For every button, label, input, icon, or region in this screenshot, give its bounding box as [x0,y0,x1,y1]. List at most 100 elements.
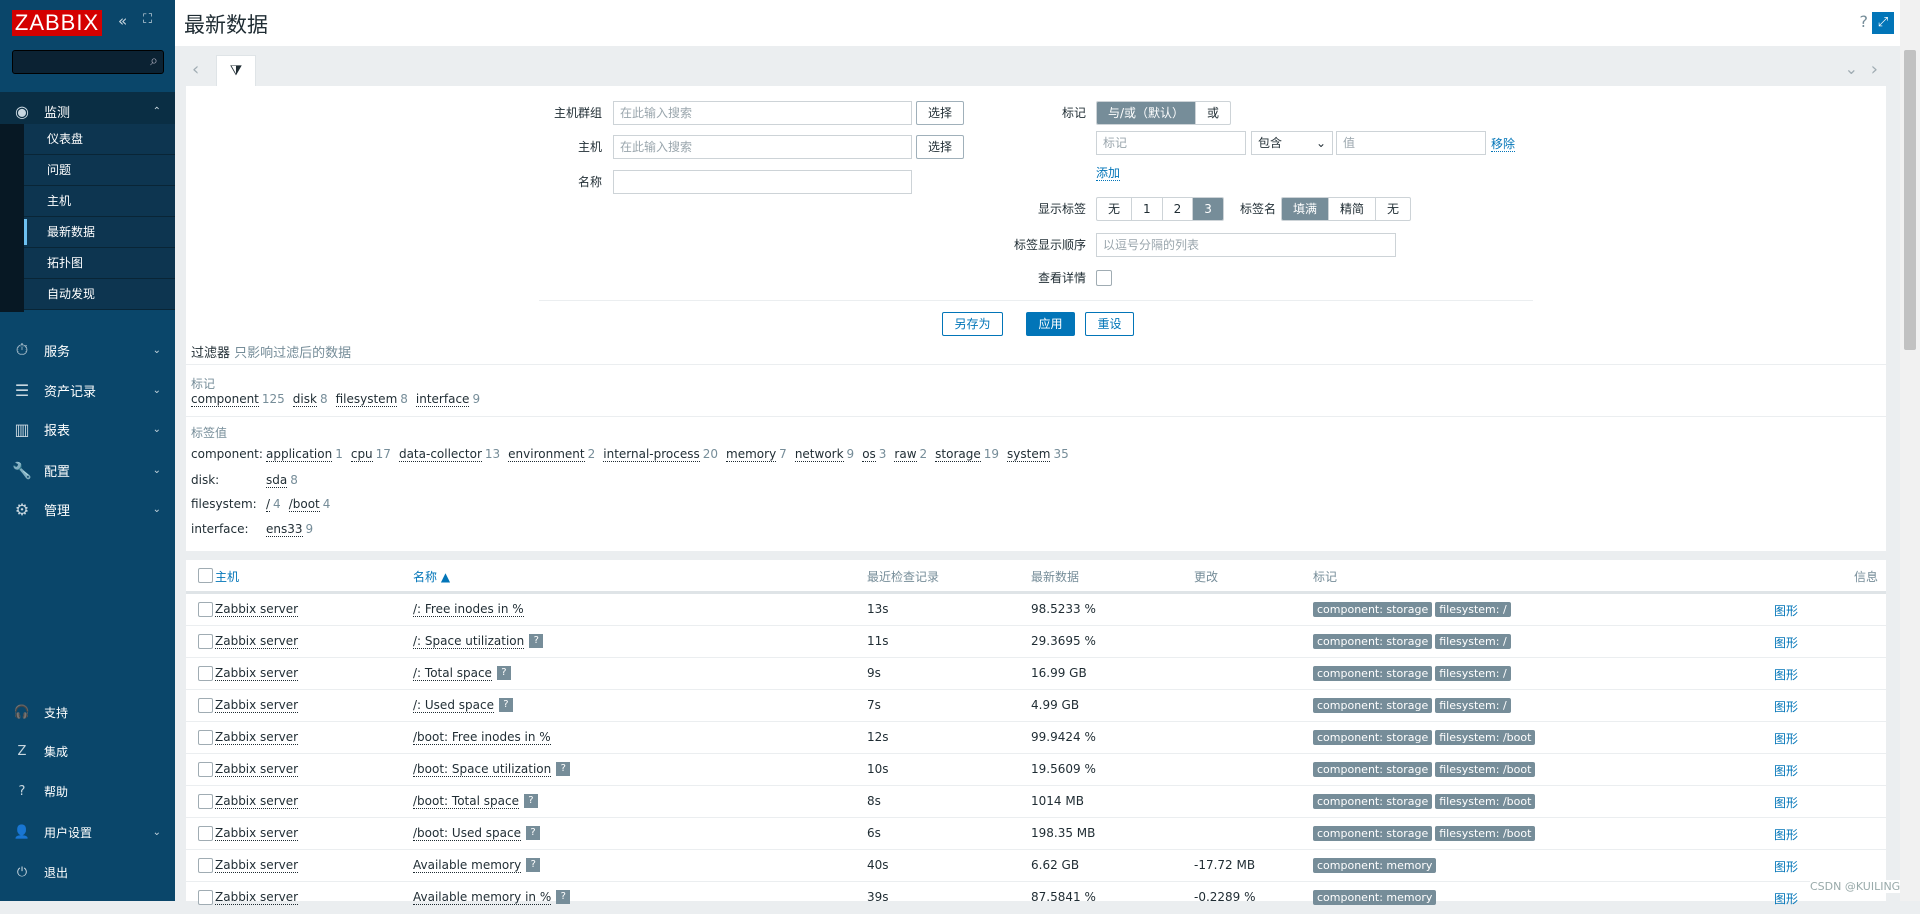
tag-badge[interactable]: component: storage [1313,634,1433,649]
column-header-0[interactable]: 主机 [215,568,239,585]
tag-priority-input[interactable]: 以逗号分隔的列表 [1096,233,1396,257]
tag-badge[interactable]: component: storage [1313,762,1433,777]
show-tags-option[interactable]: 1 [1132,198,1163,220]
zabbix-logo[interactable]: ZABBIX [12,10,102,36]
help-icon[interactable]: ? [525,826,540,840]
sidebar-bottom-2[interactable]: ? 帮助 [0,772,175,810]
tag-value-input[interactable]: 值 [1336,131,1486,155]
tag-badge[interactable]: component: storage [1313,666,1433,681]
subfilter-tag[interactable]: disk [292,392,317,407]
host-link[interactable]: Zabbix server [215,858,299,873]
host-link[interactable]: Zabbix server [215,826,299,841]
tag-badge[interactable]: filesystem: / [1435,666,1511,681]
host-link[interactable]: Zabbix server [215,698,299,713]
sidebar-menu-1[interactable]: ⏱ 服务 ⌄ [0,331,175,369]
row-checkbox[interactable] [198,634,213,649]
tag-name-option[interactable]: 填满 [1282,198,1330,220]
row-checkbox[interactable] [198,602,213,617]
name-input[interactable] [613,170,912,194]
details-checkbox[interactable] [1096,270,1112,286]
tag-name-option[interactable]: 无 [1376,198,1410,220]
column-header-1[interactable]: 名称 ▲ [413,568,450,585]
graph-link[interactable]: 图形 [1774,730,1798,747]
subfilter-tag[interactable]: component [191,392,259,407]
hosts-select-button[interactable]: 选择 [916,135,964,159]
host-link[interactable]: Zabbix server [215,730,299,745]
scrollbar-thumb[interactable] [1904,50,1916,350]
sidebar-menu-3[interactable]: ▥ 报表 ⌄ [0,410,175,448]
tag-badge[interactable]: filesystem: / [1435,698,1511,713]
tag-badge[interactable]: filesystem: /boot [1435,794,1536,809]
chevron-right-icon[interactable]: › [1871,59,1878,80]
tag-badge[interactable]: filesystem: / [1435,602,1511,617]
host-link[interactable]: Zabbix server [215,634,299,649]
row-checkbox[interactable] [198,826,213,841]
add-tag-link[interactable]: 添加 [1096,166,1121,181]
tag-badge[interactable]: component: storage [1313,698,1433,713]
tag-mode-or[interactable]: 或 [1196,102,1230,124]
sidebar-menu-4[interactable]: 🔧 配置 ⌄ [0,451,175,489]
subfilter-tag[interactable]: interface [415,392,470,407]
sidebar-item-3[interactable]: 最新数据 [24,217,175,248]
subfilter-value[interactable]: storage [935,447,981,462]
tag-badge[interactable]: component: storage [1313,826,1433,841]
row-checkbox[interactable] [198,762,213,777]
tag-badge[interactable]: component: storage [1313,794,1433,809]
scrollbar[interactable] [1900,0,1920,901]
show-tags-option[interactable]: 3 [1193,198,1223,220]
row-checkbox[interactable] [198,666,213,681]
tag-badge[interactable]: component: memory [1313,890,1437,905]
sidebar-bottom-0[interactable]: 🎧 支持 [0,693,175,731]
sidebar-item-2[interactable]: 主机 [24,186,175,217]
sidebar-item-4[interactable]: 拓扑图 [24,248,175,279]
subfilter-value[interactable]: ens33 [266,522,303,537]
sidebar-bottom-3[interactable]: 👤 用户设置 ⌄ [0,813,175,851]
tag-badge[interactable]: component: storage [1313,730,1433,745]
subfilter-value[interactable]: internal-process [603,447,700,462]
subfilter-value[interactable]: os [862,447,876,462]
tag-name-input[interactable]: 标记 [1096,131,1246,155]
sidebar-item-0[interactable]: 仪表盘 [24,124,175,155]
tag-badge[interactable]: component: memory [1313,858,1437,873]
row-checkbox[interactable] [198,858,213,873]
save-as-button[interactable]: 另存为 [942,312,1003,336]
hosts-input[interactable]: 在此输入搜索 [613,135,912,159]
host-link[interactable]: Zabbix server [215,890,299,905]
tag-mode-and-or[interactable]: 与/或（默认） [1097,102,1197,124]
item-name-link[interactable]: /boot: Total space [413,794,519,809]
collapse-sidebar-icon[interactable]: « [118,12,127,30]
item-name-link[interactable]: /: Total space [413,666,492,681]
subfilter-value[interactable]: /boot [288,497,320,512]
subfilter-value[interactable]: sda [266,473,288,488]
help-icon[interactable]: ? [1860,12,1869,31]
tag-operator-select[interactable]: 包含 ⌄ [1251,131,1333,155]
filter-tab[interactable]: ⧩ [216,55,256,87]
subfilter-value[interactable]: system [1007,447,1051,462]
host-link[interactable]: Zabbix server [215,666,299,681]
row-checkbox[interactable] [198,730,213,745]
subfilter-value[interactable]: application [266,447,333,462]
host-link[interactable]: Zabbix server [215,602,299,617]
host-groups-input[interactable]: 在此输入搜索 [613,101,912,125]
subfilter-value[interactable]: environment [508,447,585,462]
help-icon[interactable]: ? [556,762,571,776]
graph-link[interactable]: 图形 [1774,794,1798,811]
help-icon[interactable]: ? [496,666,511,680]
help-icon[interactable]: ? [529,634,544,648]
item-name-link[interactable]: /boot: Used space [413,826,521,841]
tag-badge[interactable]: filesystem: / [1435,634,1511,649]
tag-name-option[interactable]: 精简 [1329,198,1377,220]
apply-button[interactable]: 应用 [1026,312,1075,336]
sidebar-item-1[interactable]: 问题 [24,155,175,186]
item-name-link[interactable]: Available memory in % [413,890,552,905]
graph-link[interactable]: 图形 [1774,602,1798,619]
tag-badge[interactable]: filesystem: /boot [1435,826,1536,841]
host-link[interactable]: Zabbix server [215,794,299,809]
tag-badge[interactable]: filesystem: /boot [1435,730,1536,745]
item-name-link[interactable]: /: Free inodes in % [413,602,524,617]
sidebar-menu-2[interactable]: ☰ 资产记录 ⌄ [0,371,175,409]
tag-badge[interactable]: filesystem: /boot [1435,762,1536,777]
graph-link[interactable]: 图形 [1774,826,1798,843]
sidebar-menu-5[interactable]: ⚙ 管理 ⌄ [0,490,175,528]
host-link[interactable]: Zabbix server [215,762,299,777]
